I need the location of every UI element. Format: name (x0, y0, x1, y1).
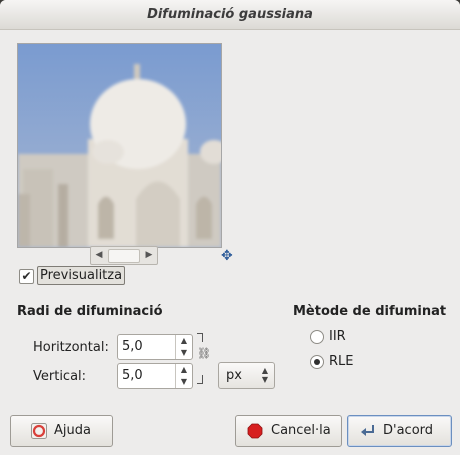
vertical-radius-value[interactable]: 5,0 (122, 364, 143, 388)
vertical-label: Vertical: (33, 369, 87, 384)
preview-checkbox[interactable]: ✔ (19, 269, 34, 284)
cancel-button[interactable]: Cancel·la (235, 415, 342, 447)
help-button[interactable]: Ajuda (10, 415, 113, 447)
method-radio-rle[interactable] (310, 355, 324, 369)
chevron-updown-icon: ▲ ▼ (261, 366, 268, 384)
method-label-rle[interactable]: RLE (329, 354, 354, 369)
increment-icon[interactable]: ▲ (176, 335, 192, 347)
scroll-right-icon[interactable]: ▶ (141, 247, 157, 264)
scrollbar-thumb[interactable] (108, 249, 140, 263)
taj-mahal-preview-art (18, 44, 221, 247)
navigate-move-icon[interactable]: ✥ (221, 249, 235, 263)
preview-label[interactable]: Previsualitza (37, 266, 126, 285)
method-label-iir[interactable]: IIR (329, 329, 346, 344)
vertical-radius-spinbox[interactable]: 5,0 ▲ ▼ (117, 363, 193, 389)
decrement-icon[interactable]: ▼ (176, 376, 192, 388)
increment-icon[interactable]: ▲ (176, 364, 192, 376)
horizontal-label: Horitzontal: (33, 340, 109, 355)
horizontal-radius-spinbox[interactable]: 5,0 ▲ ▼ (117, 334, 193, 360)
preview-horizontal-scrollbar[interactable]: ◀ ▶ (90, 246, 158, 265)
ok-button[interactable]: D'acord (347, 415, 452, 447)
help-lifebuoy-icon (31, 423, 47, 439)
radius-section-title: Radi de difuminació (17, 304, 163, 319)
chain-icon[interactable]: ⛓ (197, 348, 211, 366)
cancel-button-label: Cancel·la (271, 423, 331, 438)
unit-selected-value: px (226, 368, 242, 383)
stop-icon (247, 423, 263, 439)
window-title: Difuminació gaussiana (0, 0, 460, 30)
decrement-icon[interactable]: ▼ (176, 347, 192, 359)
ok-button-label: D'acord (383, 423, 434, 438)
preview-image[interactable] (17, 43, 222, 248)
unit-selector[interactable]: px ▲ ▼ (218, 362, 275, 389)
help-button-label: Ajuda (54, 423, 91, 438)
horizontal-radius-value[interactable]: 5,0 (122, 335, 143, 359)
chain-link-toggle[interactable]: ⛓ (197, 333, 211, 384)
dialog-window: Difuminació gaussiana ◀ ▶ ✥ ✔ Previsuali… (0, 0, 460, 455)
enter-arrow-icon (361, 425, 374, 436)
method-section-title: Mètode de difuminat (293, 304, 447, 319)
scroll-left-icon[interactable]: ◀ (91, 247, 107, 264)
method-radio-iir[interactable] (310, 330, 324, 344)
